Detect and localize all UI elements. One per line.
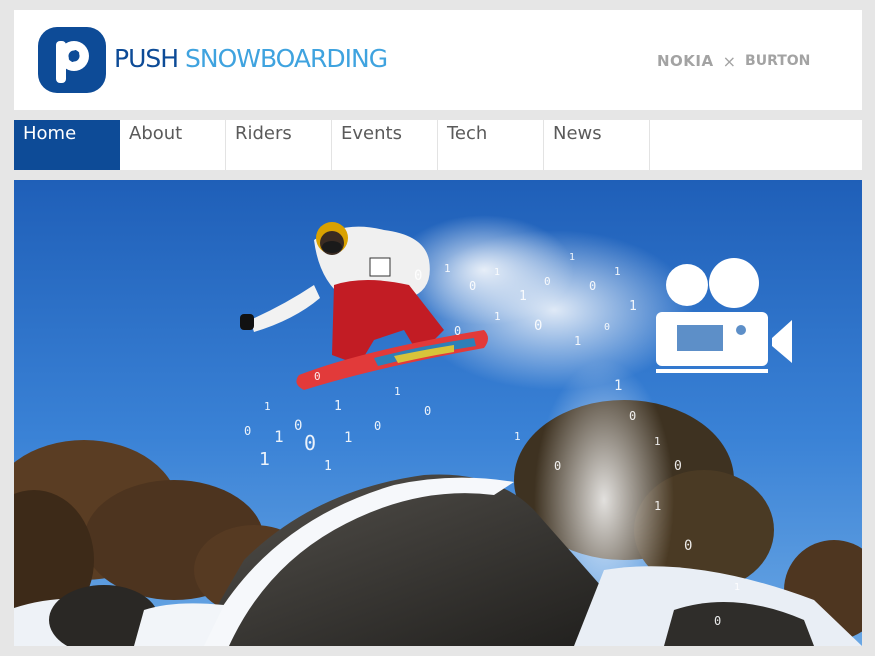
svg-text:1: 1 bbox=[519, 289, 527, 304]
svg-text:1: 1 bbox=[494, 267, 500, 278]
svg-text:1: 1 bbox=[394, 385, 401, 398]
svg-text:1: 1 bbox=[274, 427, 284, 446]
svg-text:1: 1 bbox=[574, 334, 581, 348]
svg-text:0: 0 bbox=[674, 459, 682, 474]
svg-text:1: 1 bbox=[569, 252, 575, 263]
hero-image: 0 1 0 1 1 0 1 0 1 1 0 1 0 1 0 0 1 0 1 0 … bbox=[14, 180, 862, 646]
sponsor-logos: NOKIA × BURTON bbox=[657, 50, 810, 72]
svg-text:1: 1 bbox=[614, 265, 621, 278]
nav-item-events[interactable]: Events bbox=[332, 120, 438, 170]
svg-text:0: 0 bbox=[469, 279, 476, 293]
svg-text:0: 0 bbox=[424, 404, 431, 418]
site-logo-text[interactable]: PUSH SNOWBOARDING bbox=[114, 44, 388, 74]
sponsor-brand-a: NOKIA bbox=[657, 52, 714, 70]
svg-text:1: 1 bbox=[629, 299, 637, 314]
svg-text:1: 1 bbox=[259, 449, 270, 470]
svg-text:0: 0 bbox=[544, 275, 551, 288]
svg-text:1: 1 bbox=[734, 582, 740, 593]
svg-text:1: 1 bbox=[334, 399, 342, 414]
nav-item-riders[interactable]: Riders bbox=[226, 120, 332, 170]
nav-item-home[interactable]: Home bbox=[14, 120, 120, 170]
svg-text:0: 0 bbox=[589, 279, 596, 293]
svg-text:0: 0 bbox=[374, 419, 381, 433]
svg-text:0: 0 bbox=[684, 538, 692, 554]
nav-item-about[interactable]: About bbox=[120, 120, 226, 170]
svg-text:0: 0 bbox=[534, 318, 542, 334]
svg-text:0: 0 bbox=[304, 431, 316, 455]
svg-text:1: 1 bbox=[614, 378, 622, 394]
svg-text:0: 0 bbox=[414, 268, 422, 284]
svg-text:1: 1 bbox=[514, 430, 521, 443]
svg-text:0: 0 bbox=[554, 459, 561, 473]
svg-text:0: 0 bbox=[244, 424, 251, 438]
svg-text:1: 1 bbox=[444, 262, 451, 275]
svg-text:0: 0 bbox=[714, 614, 721, 628]
svg-text:0: 0 bbox=[294, 418, 302, 434]
push-logo-icon[interactable] bbox=[38, 27, 106, 93]
hero-banner[interactable]: 0 1 0 1 1 0 1 0 1 1 0 1 0 1 0 0 1 0 1 0 … bbox=[14, 180, 862, 646]
svg-text:0: 0 bbox=[314, 370, 321, 383]
site-header: PUSH SNOWBOARDING NOKIA × BURTON bbox=[14, 10, 862, 110]
logo-word-snowboarding: SNOWBOARDING bbox=[185, 44, 388, 73]
logo-word-push: PUSH bbox=[114, 44, 179, 73]
svg-text:1: 1 bbox=[654, 435, 661, 448]
svg-text:1: 1 bbox=[324, 459, 332, 474]
nav-item-tech[interactable]: Tech bbox=[438, 120, 544, 170]
svg-text:1: 1 bbox=[264, 400, 271, 413]
nav-item-news[interactable]: News bbox=[544, 120, 650, 170]
svg-text:0: 0 bbox=[629, 409, 636, 423]
svg-text:1: 1 bbox=[494, 310, 501, 323]
svg-text:1: 1 bbox=[344, 430, 352, 446]
svg-text:0: 0 bbox=[454, 324, 461, 338]
svg-text:0: 0 bbox=[604, 322, 610, 333]
sponsor-separator: × bbox=[722, 51, 737, 71]
svg-text:1: 1 bbox=[654, 499, 661, 513]
main-nav: Home About Riders Events Tech News bbox=[14, 120, 862, 170]
sponsor-brand-b: BURTON bbox=[745, 53, 811, 69]
